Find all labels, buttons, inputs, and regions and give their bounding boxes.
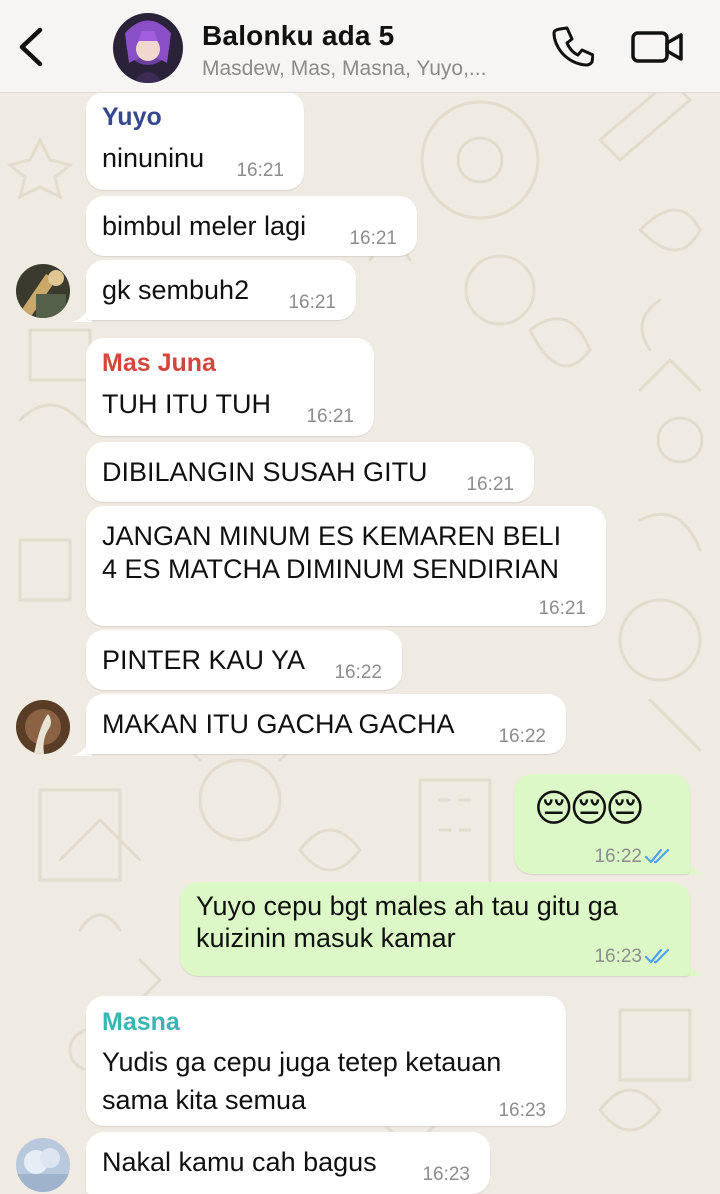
chat-title[interactable]: Balonku ada 5 [202,20,394,52]
message-bubble-outgoing[interactable]: Yuyo cepu bgt males ah tau gitu ga kuizi… [180,882,690,976]
message-time: 16:22 [334,662,382,683]
message-bubble[interactable]: PINTER KAU YA 16:22 [86,630,402,690]
message-text: bimbul meler lagi [102,211,307,241]
video-call-button[interactable] [630,26,684,68]
message-text-line: 4 ES MATCHA DIMINUM SENDIRIAN [102,554,560,584]
double-check-icon [644,848,670,864]
sender-avatar[interactable] [16,264,70,318]
message-time: 16:22 [594,846,642,867]
sender-name[interactable]: Mas Juna [102,349,216,378]
message-text-line: Yuyo cepu bgt males ah tau gitu ga [196,891,618,921]
message-time: 16:21 [466,474,514,495]
message-time: 16:23 [498,1100,546,1121]
message-time: 16:21 [538,598,586,619]
message-text-line: sama kita semua [102,1085,307,1115]
message-bubble[interactable]: Masna Yudis ga cepu juga tetep ketauan s… [86,996,566,1126]
message-text: PINTER KAU YA [102,645,306,675]
phone-icon [552,26,595,67]
message-bubble[interactable]: gk sembuh2 16:21 [86,260,356,320]
message-bubble[interactable]: Nakal kamu cah bagus 16:23 [86,1132,490,1194]
sender-avatar[interactable] [16,700,70,754]
avatar-image [16,1138,70,1192]
group-avatar-image [113,13,183,83]
chat-header: Balonku ada 5 Masdew, Mas, Masna, Yuyo,.… [0,0,720,93]
message-text: gk sembuh2 [102,275,250,305]
message-text: DIBILANGIN SUSAH GITU [102,457,428,487]
back-button[interactable] [14,24,54,70]
message-bubble[interactable]: MAKAN ITU GACHA GACHA 16:22 [86,694,566,754]
double-check-icon [644,948,670,964]
sender-name[interactable]: Masna [102,1008,180,1037]
chevron-left-icon [19,27,43,67]
message-text: MAKAN ITU GACHA GACHA [102,709,455,739]
message-text: Nakal kamu cah bagus [102,1147,377,1177]
chat-members[interactable]: Masdew, Mas, Masna, Yuyo,... [202,57,537,81]
message-time: 16:21 [288,292,336,313]
message-time: 16:21 [306,406,354,427]
video-camera-icon [631,31,683,63]
message-text: TUH ITU TUH [102,389,271,419]
message-text-line: JANGAN MINUM ES KEMAREN BELI [102,521,562,551]
message-list[interactable]: Yuyo ninuninu 16:21 bimbul meler lagi 16… [0,92,720,1194]
message-bubble[interactable]: Yuyo ninuninu 16:21 [86,92,304,190]
message-time: 16:22 [498,726,546,747]
message-time: 16:23 [422,1164,470,1185]
avatar-image [16,700,70,754]
message-time: 16:23 [594,946,642,967]
message-time: 16:21 [236,160,284,181]
message-text: ninuninu [102,143,205,173]
message-text-line: Yudis ga cepu juga tetep ketauan [102,1047,502,1077]
sender-name[interactable]: Yuyo [102,103,162,132]
message-emoji: 😔😔😔 [534,788,645,830]
message-bubble[interactable]: DIBILANGIN SUSAH GITU 16:21 [86,442,534,502]
message-bubble-outgoing[interactable]: 😔😔😔 16:22 [514,774,690,874]
message-bubble[interactable]: Mas Juna TUH ITU TUH 16:21 [86,338,374,436]
avatar-image [16,264,70,318]
message-time: 16:21 [349,228,397,249]
message-bubble[interactable]: bimbul meler lagi 16:21 [86,196,417,256]
sender-avatar[interactable] [16,1138,70,1192]
voice-call-button[interactable] [550,24,595,68]
group-avatar[interactable] [113,13,183,83]
message-text-line: kuizinin masuk kamar [196,923,456,953]
message-bubble[interactable]: JANGAN MINUM ES KEMAREN BELI 4 ES MATCHA… [86,506,606,626]
